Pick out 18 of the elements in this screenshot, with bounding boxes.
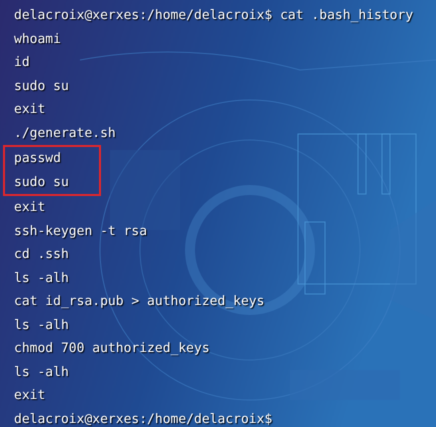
terminal-line: delacroix@xerxes:/home/delacroix$ cat .bash_history bbox=[14, 7, 414, 25]
terminal-line: whoami bbox=[14, 30, 61, 48]
terminal-line: id bbox=[14, 54, 30, 72]
terminal-line: ls -alh bbox=[14, 316, 69, 334]
terminal-line: exit bbox=[14, 387, 46, 405]
terminal-line: cd .ssh bbox=[14, 246, 69, 264]
terminal-line: ls -alh bbox=[14, 270, 69, 288]
terminal-line: passwd bbox=[14, 150, 62, 168]
terminal-line: delacroix@xerxes:/home/delacroix$ bbox=[14, 410, 272, 427]
terminal-line: ls -alh bbox=[14, 364, 69, 382]
terminal-line: exit bbox=[14, 101, 46, 119]
terminal-line: sudo su bbox=[14, 174, 69, 192]
terminal-line: exit bbox=[14, 199, 46, 217]
terminal-line: ssh-keygen -t rsa bbox=[14, 222, 148, 240]
terminal-line: cat id_rsa.pub > authorized_keys bbox=[14, 293, 264, 311]
terminal-line: chmod 700 authorized_keys bbox=[14, 340, 210, 358]
terminal-line: sudo su bbox=[14, 78, 69, 96]
terminal-line: ./generate.sh bbox=[14, 124, 116, 142]
